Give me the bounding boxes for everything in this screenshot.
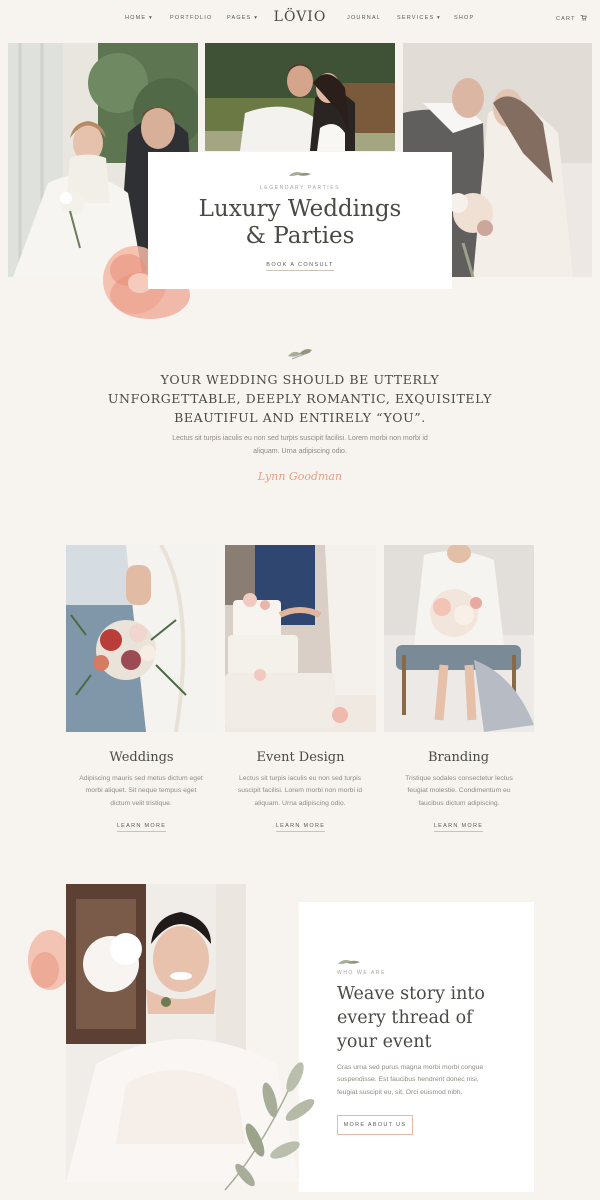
about-text-line1: Cras urna sed purus magna morbi morbi co… xyxy=(337,1064,484,1071)
more-about-us-button[interactable]: MORE ABOUT US xyxy=(337,1115,413,1135)
service-text-event-design-line1: Lectus sit turpis iaculis eu non sed tur… xyxy=(238,775,362,782)
about-card: WHO WE ARE Weave story into every thread… xyxy=(299,902,534,1192)
about-text-line3: feugiat suscipit eu, sit. Orci euismod n… xyxy=(337,1088,463,1096)
service-text-branding-line2: feugiat molestie. Condimentum eu xyxy=(407,787,511,795)
cart-link[interactable]: CART xyxy=(556,14,588,22)
hero-card: LEGENDARY PARTIES Luxury Weddings & Part… xyxy=(148,152,452,289)
service-title-weddings: Weddings xyxy=(109,750,174,765)
about-text-line2: suspendisse. Est faucibus hendrerit done… xyxy=(337,1076,479,1084)
service-text-branding-line3: faucibus dictum adipiscing. xyxy=(418,799,500,807)
nav-journal[interactable]: JOURNAL xyxy=(347,15,381,21)
service-text-weddings-line1: Adipiscing mauris sed metus dictum eget xyxy=(79,775,203,782)
learn-more-event-design[interactable]: LEARN MORE xyxy=(225,823,376,832)
about-title-line1: Weave story into xyxy=(337,984,485,1004)
about-title-line3: your event xyxy=(337,1032,432,1052)
book-consult-label: BOOK A CONSULT xyxy=(266,262,334,271)
site-header: HOME ▾ PORTFOLIO PAGES ▾ LÖVIO JOURNAL S… xyxy=(0,0,600,38)
about-text: Cras urna sed purus magna morbi morbi co… xyxy=(337,1062,507,1099)
learn-more-branding-label: LEARN MORE xyxy=(433,823,484,832)
service-photo-branding-art xyxy=(384,545,534,732)
book-consult-link[interactable]: BOOK A CONSULT xyxy=(148,262,452,271)
service-photo-branding[interactable] xyxy=(384,545,534,732)
service-text-weddings-line3: dictum velit tristique. xyxy=(110,799,172,807)
service-title-event-design: Event Design xyxy=(256,750,345,765)
leaf-sprig-icon xyxy=(288,349,312,360)
quote-line1: YOUR WEDDING SHOULD BE UTTERLY xyxy=(160,372,440,387)
quote-heading: YOUR WEDDING SHOULD BE UTTERLY UNFORGETT… xyxy=(100,370,500,427)
service-text-weddings: Adipiscing mauris sed metus dictum eget … xyxy=(71,773,211,810)
nav-portfolio[interactable]: PORTFOLIO xyxy=(170,15,212,21)
service-title-branding: Branding xyxy=(427,750,490,765)
service-text-event-design-line2: suscipit facilisi. Lorem morbi non morbi… xyxy=(237,787,363,795)
cart-label: CART xyxy=(556,16,576,22)
service-photo-weddings-art xyxy=(66,545,217,732)
leaf-icon xyxy=(289,172,311,176)
signature: Lynn Goodman xyxy=(257,470,343,483)
learn-more-event-design-label: LEARN MORE xyxy=(275,823,326,832)
hero-title: Luxury Weddings & Parties xyxy=(148,196,452,250)
quote-body-line2: aliquam. Urna adipiscing odio. xyxy=(253,448,347,455)
about-title-line2: every thread of xyxy=(337,1008,473,1028)
service-photo-weddings[interactable] xyxy=(66,545,217,732)
nav-pages[interactable]: PAGES ▾ xyxy=(227,15,258,21)
learn-more-weddings[interactable]: LEARN MORE xyxy=(66,823,217,832)
service-text-branding-line1: Tristique sodales consectetur lectus xyxy=(405,775,513,782)
about-title: Weave story into every thread of your ev… xyxy=(337,982,527,1054)
hero-title-line2: & Parties xyxy=(245,223,355,249)
about-leaf-icon xyxy=(338,960,360,964)
learn-more-weddings-label: LEARN MORE xyxy=(116,823,167,832)
hero-title-line1: Luxury Weddings xyxy=(198,196,402,222)
quote-line3: BEAUTIFUL AND ENTIRELY “YOU”. xyxy=(174,410,426,425)
leaf-branch-decoration xyxy=(224,1062,315,1191)
service-text-weddings-line2: morbi aliquet. Sit neque tempus eget xyxy=(85,787,197,795)
quote-body-line1: Lectus sit turpis iaculis eu non sed tur… xyxy=(172,435,428,442)
nav-home[interactable]: HOME ▾ xyxy=(125,15,153,21)
cart-icon xyxy=(581,15,588,21)
learn-more-branding[interactable]: LEARN MORE xyxy=(383,823,534,832)
service-text-branding: Tristique sodales consectetur lectus feu… xyxy=(389,773,529,810)
service-photo-event-design-art xyxy=(225,545,376,732)
hero-photo-couple-garden xyxy=(205,43,395,151)
hero-kicker: LEGENDARY PARTIES xyxy=(259,185,341,191)
nav-shop[interactable]: SHOP xyxy=(454,15,474,21)
service-photo-event-design[interactable] xyxy=(225,545,376,732)
hero-photo-couple-garden-art xyxy=(205,43,395,151)
service-text-event-design-line3: aliquam. Urna adipiscing odio. xyxy=(254,799,346,807)
pink-flower-decoration xyxy=(28,930,70,990)
service-text-event-design: Lectus sit turpis iaculis eu non sed tur… xyxy=(230,773,370,810)
quote-body: Lectus sit turpis iaculis eu non sed tur… xyxy=(150,432,450,458)
quote-line2: UNFORGETTABLE, DEEPLY ROMANTIC, EXQUISIT… xyxy=(107,391,493,406)
about-kicker: WHO WE ARE xyxy=(337,970,387,976)
site-logo[interactable]: LÖVIO xyxy=(270,9,330,25)
nav-services[interactable]: SERVICES ▾ xyxy=(397,15,441,21)
